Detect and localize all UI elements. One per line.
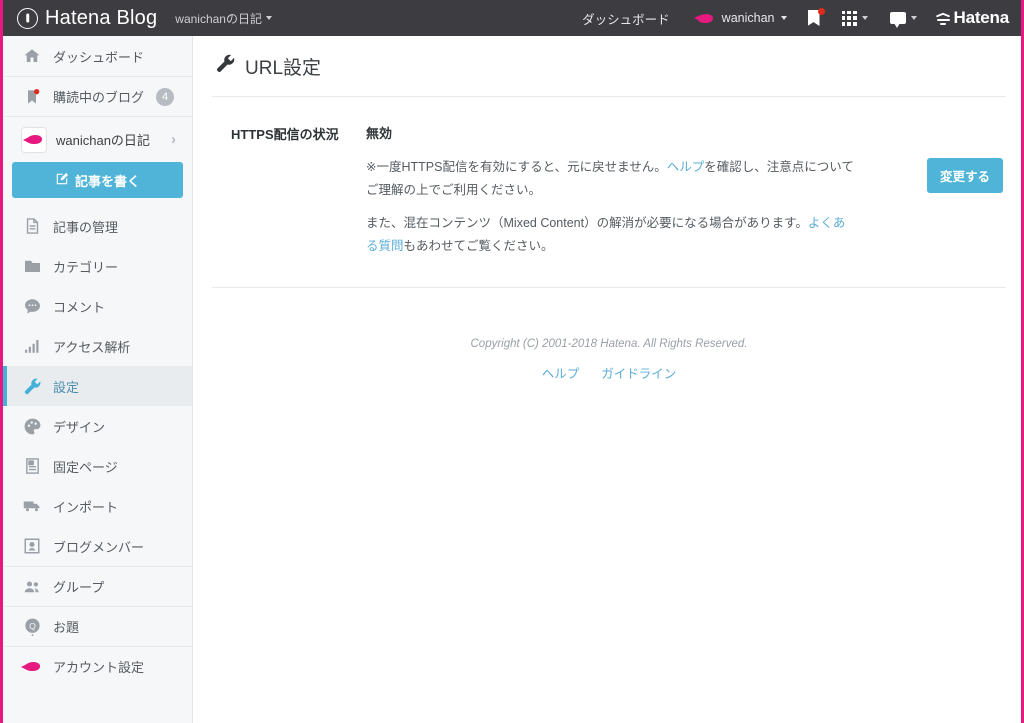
sidebar-item-blog[interactable]: wanichanの日記 › bbox=[3, 116, 192, 162]
sidebar-label: お題 bbox=[53, 620, 80, 635]
bar-chart-icon bbox=[21, 337, 43, 355]
hatena-b-icon bbox=[17, 7, 38, 29]
note-2-pre: また、混在コンテンツ（Mixed Content）の解消が必要になる場合がありま… bbox=[366, 216, 808, 231]
sidebar-item-categories[interactable]: カテゴリー bbox=[3, 246, 192, 286]
sidebar-item-entries[interactable]: 記事の管理 bbox=[3, 206, 192, 246]
wrench-icon bbox=[215, 53, 236, 80]
hatena-blog-logo[interactable]: Hatena Blog bbox=[17, 7, 157, 30]
chevron-down-icon bbox=[780, 16, 787, 20]
sidebar-label: デザイン bbox=[53, 419, 106, 435]
fish-avatar-icon bbox=[21, 661, 43, 672]
sidebar-item-blog-members[interactable]: ブログメンバー bbox=[3, 526, 192, 566]
sidebar-label: 固定ページ bbox=[53, 459, 118, 475]
sidebar-item-account-settings[interactable]: アカウント設定 bbox=[3, 646, 192, 686]
page-title: URL設定 bbox=[211, 36, 1007, 96]
comment-icon bbox=[21, 297, 43, 315]
https-status-body: 無効 ※一度HTTPS配信を有効にすると、元に戻せません。ヘルプを確認し、注意点… bbox=[366, 123, 1007, 259]
bookmark-button[interactable] bbox=[797, 0, 831, 36]
write-entry-wrapper: 記事を書く bbox=[3, 162, 192, 206]
sidebar-item-dashboard[interactable]: ダッシュボード bbox=[3, 36, 192, 76]
chevron-down-icon bbox=[265, 16, 272, 20]
fish-avatar-icon bbox=[23, 134, 45, 145]
footer-link-help[interactable]: ヘルプ bbox=[542, 363, 580, 382]
speech-bubble-icon bbox=[889, 12, 906, 28]
sidebar-item-design[interactable]: デザイン bbox=[3, 406, 192, 446]
sidebar-label: インポート bbox=[53, 499, 119, 515]
sidebar-label: カテゴリー bbox=[53, 259, 119, 275]
page-icon bbox=[21, 457, 43, 475]
fish-avatar-icon bbox=[693, 13, 716, 24]
hatena-logo-icon bbox=[935, 12, 951, 25]
https-status-value: 無効 bbox=[366, 126, 393, 141]
sidebar-label: 記事の管理 bbox=[53, 219, 119, 235]
brand-label: Hatena Blog bbox=[45, 6, 158, 29]
truck-icon bbox=[21, 497, 43, 515]
member-card-icon bbox=[21, 537, 43, 555]
sidebar-label: ブログメンバー bbox=[53, 539, 145, 555]
sidebar-blog-label: wanichanの日記 bbox=[56, 133, 150, 148]
sidebar-label: 設定 bbox=[53, 379, 80, 395]
user-menu[interactable]: wanichan bbox=[682, 11, 797, 25]
notifications-button[interactable] bbox=[879, 0, 928, 36]
sidebar-item-groups[interactable]: グループ bbox=[3, 566, 192, 606]
copyright-text: Copyright (C) 2001-2018 Hatena. All Righ… bbox=[470, 337, 748, 350]
blog-selector[interactable]: wanichanの日記 bbox=[175, 10, 272, 27]
change-button[interactable]: 変更する bbox=[926, 158, 1003, 193]
notification-dot bbox=[817, 8, 825, 15]
chevron-right-icon: › bbox=[171, 131, 176, 148]
palette-icon bbox=[21, 417, 43, 436]
https-status-label: HTTPS配信の状況 bbox=[231, 127, 339, 142]
home-icon bbox=[21, 47, 43, 65]
footer: Copyright (C) 2001-2018 Hatena. All Righ… bbox=[211, 288, 1007, 382]
sidebar-item-fixed-pages[interactable]: 固定ページ bbox=[3, 446, 192, 486]
write-entry-label: 記事を書く bbox=[74, 173, 140, 189]
sidebar-item-import[interactable]: インポート bbox=[3, 486, 192, 526]
footer-link-guideline[interactable]: ガイドライン bbox=[601, 363, 676, 382]
https-note-2: また、混在コンテンツ（Mixed Content）の解消が必要になる場合がありま… bbox=[366, 212, 857, 258]
people-icon bbox=[21, 578, 43, 596]
https-settings-section: HTTPS配信の状況 無効 ※一度HTTPS配信を有効にすると、元に戻せません。… bbox=[211, 97, 1007, 287]
bookmark-icon bbox=[21, 88, 43, 106]
https-note-1: ※一度HTTPS配信を有効にすると、元に戻せません。ヘルプを確認し、注意点につい… bbox=[366, 156, 857, 202]
apps-grid-icon bbox=[841, 10, 857, 26]
question-badge-icon: Q bbox=[21, 617, 43, 636]
sidebar-label: コメント bbox=[53, 299, 106, 315]
sidebar-item-subscriptions[interactable]: 購読中のブログ 4 bbox=[3, 76, 192, 116]
main-content: URL設定 HTTPS配信の状況 無効 ※一度HTTPS配信を有効にすると、元に… bbox=[193, 36, 1021, 723]
sidebar-label: アカウント設定 bbox=[53, 660, 145, 675]
page-layout: ダッシュボード 購読中のブログ 4 wanichanの日記 › 記事を書く 記事… bbox=[3, 36, 1021, 723]
sidebar-label: アクセス解析 bbox=[53, 339, 131, 355]
sidebar-item-access-analysis[interactable]: アクセス解析 bbox=[3, 326, 192, 366]
folder-icon bbox=[21, 257, 43, 275]
blog-avatar bbox=[21, 126, 47, 153]
page-title-label: URL設定 bbox=[245, 57, 322, 79]
hatena-logo-label: Hatena bbox=[953, 8, 1010, 27]
blog-selector-label: wanichanの日記 bbox=[175, 11, 262, 26]
chevron-down-icon bbox=[910, 16, 917, 20]
sidebar-label: グループ bbox=[53, 580, 105, 595]
footer-links: ヘルプ ガイドライン bbox=[211, 363, 1007, 382]
apps-menu-button[interactable] bbox=[831, 0, 879, 36]
sidebar-item-comments[interactable]: コメント bbox=[3, 286, 192, 326]
header-right-group: ダッシュボード wanichan Hatena bbox=[570, 0, 1011, 36]
user-name-label: wanichan bbox=[721, 11, 775, 25]
subscription-count-badge: 4 bbox=[156, 87, 174, 106]
document-icon bbox=[21, 217, 43, 235]
help-link[interactable]: ヘルプ bbox=[667, 160, 705, 174]
note-1-pre: ※一度HTTPS配信を有効にすると、元に戻せません。 bbox=[366, 160, 667, 174]
svg-text:Q: Q bbox=[29, 621, 36, 631]
note-2-post: もあわせてご覧ください。 bbox=[403, 239, 554, 254]
dashboard-link[interactable]: ダッシュボード bbox=[570, 9, 682, 28]
sidebar-label: 購読中のブログ bbox=[53, 90, 145, 105]
chevron-down-icon bbox=[861, 16, 868, 20]
global-header: Hatena Blog wanichanの日記 ダッシュボード wanichan bbox=[3, 0, 1021, 36]
sidebar-item-settings[interactable]: 設定 bbox=[3, 366, 192, 406]
write-entry-button[interactable]: 記事を書く bbox=[12, 162, 183, 198]
wrench-icon bbox=[21, 377, 43, 396]
pencil-square-icon bbox=[55, 172, 69, 189]
sidebar-item-topics[interactable]: Q お題 bbox=[3, 606, 192, 646]
sidebar: ダッシュボード 購読中のブログ 4 wanichanの日記 › 記事を書く 記事… bbox=[3, 36, 193, 723]
hatena-home-link[interactable]: Hatena bbox=[928, 8, 1012, 28]
sidebar-label: ダッシュボード bbox=[53, 49, 145, 65]
